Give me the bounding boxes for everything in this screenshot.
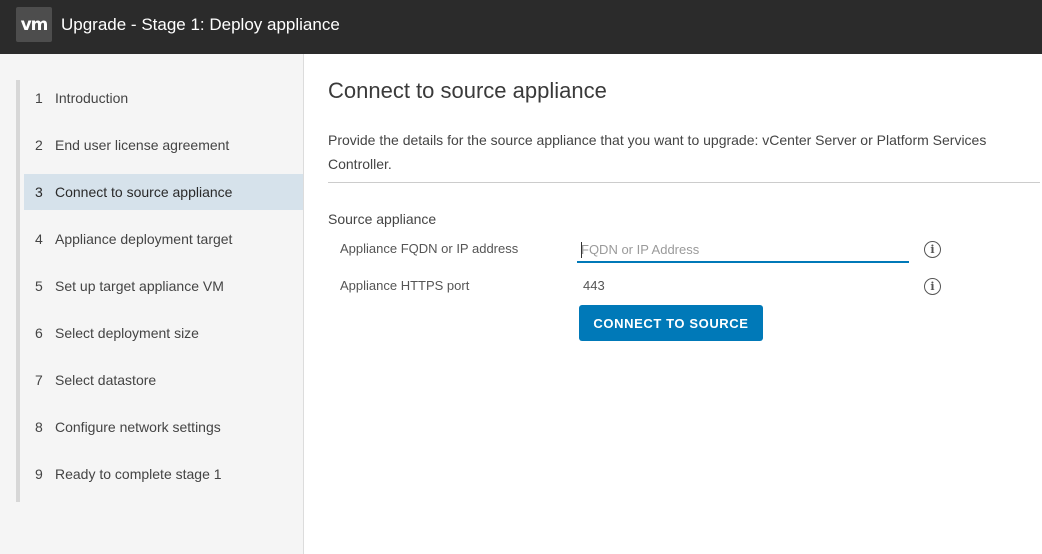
step-setup-target-vm[interactable]: 5 Set up target appliance VM bbox=[24, 268, 303, 304]
step-label: Select datastore bbox=[55, 372, 157, 388]
step-label: Select deployment size bbox=[55, 325, 199, 341]
fqdn-label: Appliance FQDN or IP address bbox=[340, 241, 519, 256]
step-number: 3 bbox=[35, 184, 43, 200]
step-deployment-size[interactable]: 6 Select deployment size bbox=[24, 315, 303, 351]
step-number: 1 bbox=[35, 90, 43, 106]
step-label: Introduction bbox=[55, 90, 129, 106]
step-introduction[interactable]: 1 Introduction bbox=[24, 80, 303, 116]
step-eula[interactable]: 2 End user license agreement bbox=[24, 127, 303, 163]
connect-to-source-button[interactable]: CONNECT TO SOURCE bbox=[579, 305, 763, 341]
fqdn-input[interactable] bbox=[577, 237, 909, 263]
step-select-datastore[interactable]: 7 Select datastore bbox=[24, 362, 303, 398]
step-ready-to-complete[interactable]: 9 Ready to complete stage 1 bbox=[24, 456, 303, 492]
step-network-settings[interactable]: 8 Configure network settings bbox=[24, 409, 303, 445]
step-number: 7 bbox=[35, 372, 43, 388]
https-port-value[interactable]: 443 bbox=[583, 278, 605, 293]
step-connect-source[interactable]: 3 Connect to source appliance bbox=[24, 174, 303, 210]
step-label: End user license agreement bbox=[55, 137, 230, 153]
step-number: 8 bbox=[35, 419, 43, 435]
wizard-sidebar: 1 Introduction 2 End user license agreem… bbox=[0, 54, 304, 554]
page-title: Connect to source appliance bbox=[328, 78, 607, 103]
step-number: 6 bbox=[35, 325, 43, 341]
step-number: 4 bbox=[35, 231, 43, 247]
app-header: vm Upgrade - Stage 1: Deploy appliance bbox=[0, 0, 1042, 54]
wizard-steps: 1 Introduction 2 End user license agreem… bbox=[24, 80, 303, 503]
step-label: Ready to complete stage 1 bbox=[55, 466, 222, 482]
step-number: 5 bbox=[35, 278, 43, 294]
info-icon[interactable]: i bbox=[924, 278, 941, 295]
step-label: Configure network settings bbox=[55, 419, 221, 435]
info-icon[interactable]: i bbox=[924, 241, 941, 258]
divider bbox=[328, 182, 1040, 183]
step-deployment-target[interactable]: 4 Appliance deployment target bbox=[24, 221, 303, 257]
section-label: Source appliance bbox=[328, 211, 437, 227]
step-label: Set up target appliance VM bbox=[55, 278, 224, 294]
vmware-logo: vm bbox=[16, 7, 52, 42]
page-description: Provide the details for the source appli… bbox=[328, 132, 987, 172]
https-port-label: Appliance HTTPS port bbox=[340, 278, 470, 293]
text-caret bbox=[581, 242, 582, 258]
sidebar-rail bbox=[16, 80, 20, 502]
step-label: Connect to source appliance bbox=[55, 184, 233, 200]
step-number: 2 bbox=[35, 137, 43, 153]
app-title: Upgrade - Stage 1: Deploy appliance bbox=[61, 15, 340, 34]
step-number: 9 bbox=[35, 466, 43, 482]
step-label: Appliance deployment target bbox=[55, 231, 233, 247]
